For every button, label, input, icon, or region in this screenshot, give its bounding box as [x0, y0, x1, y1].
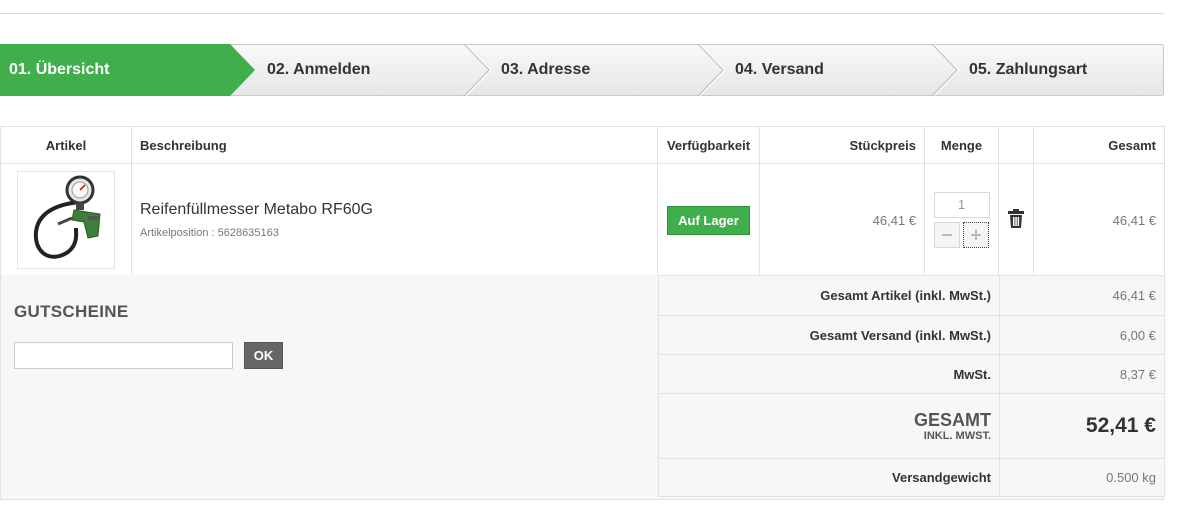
- table-row: Reifenfüllmesser Metabo RF60G Artikelpos…: [0, 163, 1165, 277]
- cell-delete: [998, 163, 1034, 277]
- header-menge: Menge: [924, 126, 999, 164]
- cell-description: Reifenfüllmesser Metabo RF60G Artikelpos…: [131, 163, 658, 277]
- cart-header-row: Artikel Beschreibung Verfügbarkeit Stück…: [0, 126, 1165, 164]
- trash-icon: [1008, 209, 1024, 228]
- header-beschreibung: Beschreibung: [131, 126, 658, 164]
- step-payment[interactable]: 05. Zahlungsart: [969, 44, 1087, 96]
- step-address[interactable]: 03. Adresse: [501, 44, 590, 96]
- articles-total-value: 46,41 €: [999, 275, 1165, 316]
- availability-badge: Auf Lager: [667, 205, 750, 235]
- top-divider: [0, 13, 1164, 14]
- totals-row-grand: GESAMT INKL. MWST. 52,41 €: [658, 393, 1165, 459]
- unit-price: 46,41 €: [759, 163, 925, 277]
- articles-total-label: Gesamt Artikel (inkl. MwSt.): [658, 275, 1000, 316]
- line-total: 46,41 €: [1033, 163, 1165, 277]
- header-stueckpreis: Stückpreis: [759, 126, 925, 164]
- totals-row-vat: MwSt. 8,37 €: [658, 354, 1165, 394]
- coupon-ok-button[interactable]: OK: [244, 342, 283, 369]
- step-login[interactable]: 02. Anmelden: [267, 44, 370, 96]
- totals-row-articles: Gesamt Artikel (inkl. MwSt.) 46,41 €: [658, 275, 1165, 316]
- grand-total-sub: INKL. MWST.: [923, 430, 991, 442]
- shipping-total-label: Gesamt Versand (inkl. MwSt.): [658, 315, 1000, 355]
- totals-row-weight: Versandgewicht 0.500 kg: [658, 458, 1165, 497]
- grand-total-value: 52,41 €: [1085, 414, 1156, 437]
- vat-value: 8,37 €: [999, 354, 1165, 394]
- product-position: Artikelposition : 5628635163: [140, 227, 279, 239]
- plus-icon: [970, 230, 981, 240]
- step-overview[interactable]: 01. Übersicht: [9, 44, 109, 96]
- totals-table: Gesamt Artikel (inkl. MwSt.) 46,41 € Ges…: [658, 275, 1165, 497]
- weight-value: 0.500 kg: [999, 458, 1165, 497]
- summary-area: GUTSCHEINE OK Gesamt Artikel (inkl. MwSt…: [0, 275, 1165, 500]
- header-verfuegbarkeit: Verfügbarkeit: [657, 126, 760, 164]
- step-shipping[interactable]: 04. Versand: [735, 44, 824, 96]
- cell-quantity: 1: [924, 163, 999, 277]
- shipping-total-value: 6,00 €: [999, 315, 1165, 355]
- grand-total-cell: 52,41 €: [999, 393, 1165, 459]
- cell-image: [0, 163, 132, 277]
- grand-total-label: GESAMT: [913, 410, 991, 430]
- cart-table: Artikel Beschreibung Verfügbarkeit Stück…: [0, 126, 1165, 277]
- coupon-title: GUTSCHEINE: [14, 302, 129, 321]
- delete-button[interactable]: [1008, 209, 1024, 231]
- checkout-steps: 01. Übersicht 02. Anmelden 03. Adresse 0…: [0, 44, 1164, 96]
- increase-quantity-button[interactable]: [962, 222, 989, 248]
- quantity-input[interactable]: 1: [933, 192, 990, 218]
- weight-label: Versandgewicht: [658, 458, 1000, 497]
- cell-availability: Auf Lager: [657, 163, 760, 277]
- header-artikel: Artikel: [0, 126, 132, 164]
- quantity-stepper: 1: [933, 192, 990, 248]
- totals-row-shipping: Gesamt Versand (inkl. MwSt.) 6,00 €: [658, 315, 1165, 355]
- product-name[interactable]: Reifenfüllmesser Metabo RF60G: [140, 201, 649, 219]
- tire-inflator-gauge-image[interactable]: [17, 171, 115, 269]
- grand-total-label-cell: GESAMT INKL. MWST.: [658, 393, 1000, 459]
- header-empty: [998, 126, 1034, 164]
- coupon-input[interactable]: [14, 342, 233, 369]
- header-gesamt: Gesamt: [1033, 126, 1165, 164]
- vat-label: MwSt.: [658, 354, 1000, 394]
- decrease-quantity-button[interactable]: [933, 222, 960, 248]
- minus-icon: [941, 234, 952, 236]
